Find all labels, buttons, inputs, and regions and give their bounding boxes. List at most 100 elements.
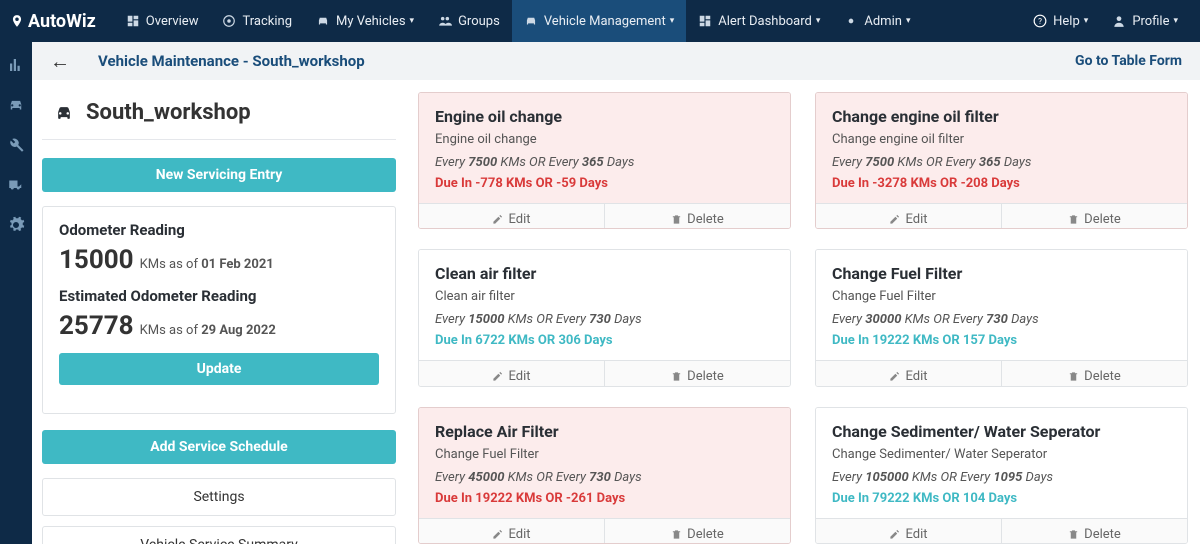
left-panel: South_workshop New Servicing Entry Odome… [36, 92, 396, 544]
service-subtitle: Change Sedimenter/ Water Seperator [832, 447, 1171, 462]
pencil-icon [889, 371, 900, 382]
service-interval: Every 7500 KMs OR Every 365 Days [832, 155, 1171, 170]
nav-admin[interactable]: Admin▾ [832, 0, 922, 42]
delete-button[interactable]: Delete [604, 361, 790, 386]
edit-button[interactable]: Edit [419, 204, 604, 229]
odometer-date: 01 Feb 2021 [201, 257, 274, 272]
chart-icon[interactable] [7, 56, 25, 74]
pencil-icon [889, 529, 900, 540]
service-title: Clean air filter [435, 264, 774, 283]
pin-icon [10, 12, 24, 30]
summary-button[interactable]: Vehicle Service Summary [42, 526, 396, 544]
service-card: Change engine oil filter Change engine oi… [815, 92, 1188, 229]
service-subtitle: Change engine oil filter [832, 132, 1171, 147]
caret-icon: ▾ [906, 16, 911, 26]
trash-icon [1068, 371, 1079, 382]
sidebar [0, 42, 32, 544]
service-due: Due In 19222 KMs OR -261 Days [435, 491, 774, 506]
nav-vehicle-management[interactable]: Vehicle Management▾ [512, 0, 686, 42]
service-card: Replace Air Filter Change Fuel Filter Ever… [418, 407, 791, 544]
delete-button[interactable]: Delete [1001, 361, 1187, 386]
nav-overview[interactable]: Overview [114, 0, 211, 42]
trash-icon [671, 371, 682, 382]
caret-icon: ▾ [1084, 16, 1089, 26]
service-title: Change Fuel Filter [832, 264, 1171, 283]
est-odometer-label: Estimated Odometer Reading [59, 287, 379, 305]
nav-help[interactable]: ?Help▾ [1021, 0, 1100, 42]
car-icon [52, 103, 76, 123]
delete-button[interactable]: Delete [1001, 519, 1187, 544]
edit-button[interactable]: Edit [419, 519, 604, 544]
edit-button[interactable]: Edit [816, 519, 1001, 544]
top-nav: AutoWiz OverviewTrackingMy Vehicles▾Grou… [0, 0, 1200, 42]
settings-button[interactable]: Settings [42, 478, 396, 516]
pencil-icon [889, 214, 900, 225]
service-due: Due In -3278 KMs OR -208 Days [832, 176, 1171, 191]
service-card: Engine oil change Engine oil change Every … [418, 92, 791, 229]
service-interval: Every 7500 KMs OR Every 365 Days [435, 155, 774, 170]
truck-icon[interactable] [7, 176, 25, 194]
service-subtitle: Change Fuel Filter [832, 289, 1171, 304]
odometer-box: Odometer Reading 15000 KMs as of 01 Feb … [42, 206, 396, 414]
trash-icon [671, 214, 682, 225]
vehicle-header: South_workshop [42, 92, 396, 140]
breadcrumb: ← Vehicle Maintenance - South_workshop G… [32, 42, 1200, 80]
service-due: Due In 6722 KMs OR 306 Days [435, 333, 774, 348]
pencil-icon [492, 214, 503, 225]
service-due: Due In 19222 KMs OR 157 Days [832, 333, 1171, 348]
delete-button[interactable]: Delete [604, 519, 790, 544]
page-title: Vehicle Maintenance - South_workshop [98, 52, 365, 70]
add-schedule-button[interactable]: Add Service Schedule [42, 430, 396, 464]
car-icon[interactable] [7, 96, 25, 114]
nav-tracking[interactable]: Tracking [210, 0, 304, 42]
trash-icon [1068, 529, 1079, 540]
caret-icon: ▾ [1173, 16, 1178, 26]
service-interval: Every 15000 KMs OR Every 730 Days [435, 312, 774, 327]
table-form-link[interactable]: Go to Table Form [1075, 53, 1182, 69]
caret-icon: ▾ [816, 16, 821, 26]
caret-icon: ▾ [670, 16, 675, 26]
est-odometer-value: 25778 [59, 311, 134, 341]
pencil-icon [492, 371, 503, 382]
nav-my-vehicles[interactable]: My Vehicles▾ [304, 0, 426, 42]
new-servicing-button[interactable]: New Servicing Entry [42, 158, 396, 192]
trash-icon [671, 529, 682, 540]
vehicle-name: South_workshop [86, 100, 251, 125]
service-interval: Every 30000 KMs OR Every 730 Days [832, 312, 1171, 327]
service-title: Engine oil change [435, 107, 774, 126]
back-arrow[interactable]: ← [50, 49, 70, 74]
service-subtitle: Engine oil change [435, 132, 774, 147]
service-subtitle: Clean air filter [435, 289, 774, 304]
logo[interactable]: AutoWiz [10, 11, 96, 32]
service-subtitle: Change Fuel Filter [435, 447, 774, 462]
service-card: Clean air filter Clean air filter Every 15… [418, 249, 791, 386]
nav-alert-dashboard[interactable]: Alert Dashboard▾ [686, 0, 832, 42]
odometer-value: 15000 [59, 245, 134, 275]
gear-icon[interactable] [7, 216, 25, 234]
service-interval: Every 45000 KMs OR Every 730 Days [435, 470, 774, 485]
caret-icon: ▾ [410, 16, 415, 26]
pencil-icon [492, 529, 503, 540]
service-title: Replace Air Filter [435, 422, 774, 441]
service-card: Change Sedimenter/ Water Seperator Change… [815, 407, 1188, 544]
delete-button[interactable]: Delete [604, 204, 790, 229]
edit-button[interactable]: Edit [419, 361, 604, 386]
svg-text:?: ? [1038, 16, 1042, 26]
brand-text: AutoWiz [28, 11, 96, 32]
odometer-label: Odometer Reading [59, 221, 379, 239]
edit-button[interactable]: Edit [816, 204, 1001, 229]
delete-button[interactable]: Delete [1001, 204, 1187, 229]
service-due: Due In 79222 KMs OR 104 Days [832, 491, 1171, 506]
nav-groups[interactable]: Groups [426, 0, 512, 42]
service-interval: Every 105000 KMs OR Every 1095 Days [832, 470, 1171, 485]
est-odometer-date: 29 Aug 2022 [201, 323, 276, 338]
service-title: Change Sedimenter/ Water Seperator [832, 422, 1171, 441]
wrench-icon[interactable] [7, 136, 25, 154]
edit-button[interactable]: Edit [816, 361, 1001, 386]
update-button[interactable]: Update [59, 353, 379, 385]
service-title: Change engine oil filter [832, 107, 1171, 126]
service-card: Change Fuel Filter Change Fuel Filter Ever… [815, 249, 1188, 386]
trash-icon [1068, 214, 1079, 225]
nav-profile[interactable]: Profile▾ [1100, 0, 1190, 42]
service-due: Due In -778 KMs OR -59 Days [435, 176, 774, 191]
